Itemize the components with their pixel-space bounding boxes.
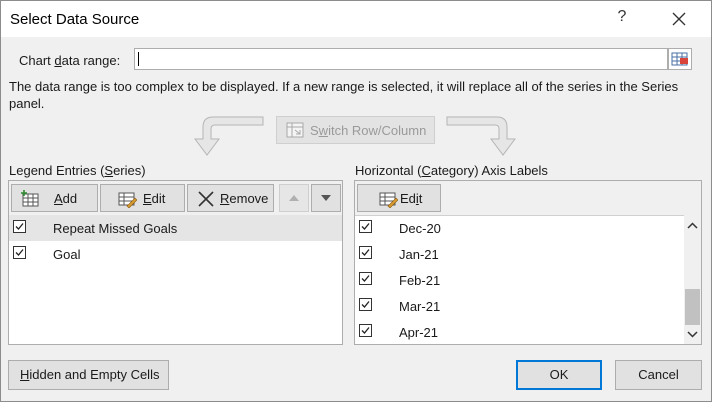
list-item-label: Apr-21 <box>399 325 439 340</box>
move-up-button[interactable] <box>279 184 309 212</box>
checkbox[interactable] <box>359 324 372 337</box>
edit-series-button[interactable]: Edit <box>100 184 185 212</box>
switch-row-column-icon <box>286 122 304 138</box>
legend-entries-label: Legend Entries (Series) <box>9 163 146 178</box>
list-item-label: Jan-21 <box>399 247 439 262</box>
select-data-source-dialog: Select Data Source ? Chart data range: T… <box>0 0 712 402</box>
scroll-down-icon[interactable] <box>684 326 701 343</box>
scrollbar-thumb[interactable] <box>685 289 700 325</box>
check-icon <box>361 275 370 282</box>
scroll-up-icon[interactable] <box>684 217 701 234</box>
chart-data-range-label: Chart data range: <box>19 53 121 68</box>
triangle-down-icon <box>321 195 331 201</box>
edit-label: Edit <box>143 191 166 206</box>
list-item[interactable]: Feb-21 <box>355 267 701 293</box>
axis-toolbar: Edit <box>355 181 701 216</box>
remove-label: Remove <box>220 191 269 206</box>
checkbox[interactable] <box>13 220 26 233</box>
swap-arrow-left-icon <box>194 116 264 156</box>
edit-table-icon <box>379 192 398 208</box>
hidden-empty-cells-button[interactable]: Hidden and Empty Cells <box>8 360 169 390</box>
move-down-button[interactable] <box>311 184 341 212</box>
check-icon <box>361 327 370 334</box>
list-item[interactable]: Goal <box>9 241 342 267</box>
close-button[interactable] <box>665 7 693 31</box>
list-item-label: Feb-21 <box>399 273 441 288</box>
range-picker-button[interactable] <box>668 48 692 70</box>
check-icon <box>15 249 24 256</box>
close-icon <box>672 12 686 26</box>
list-item[interactable]: Jan-21 <box>355 241 701 267</box>
list-item-label: Repeat Missed Goals <box>53 221 178 236</box>
cancel-button[interactable]: Cancel <box>615 360 702 390</box>
check-icon <box>361 249 370 256</box>
add-series-button[interactable]: Add <box>11 184 98 212</box>
list-item-label: Mar-21 <box>399 299 441 314</box>
check-icon <box>15 223 24 230</box>
list-item-label: Goal <box>53 247 81 262</box>
swap-arrow-right-icon <box>446 116 516 156</box>
ok-button[interactable]: OK <box>516 360 602 390</box>
range-picker-icon <box>671 52 688 66</box>
triangle-up-icon <box>289 195 299 201</box>
axis-scrollbar[interactable] <box>684 215 701 344</box>
list-item[interactable]: Repeat Missed Goals <box>9 215 342 241</box>
checkbox[interactable] <box>359 298 372 311</box>
text-cursor <box>138 52 139 66</box>
legend-toolbar: Add Edit Remove <box>9 181 342 216</box>
check-icon <box>361 301 370 308</box>
remove-x-icon <box>198 191 214 207</box>
switch-row-column-button[interactable]: Switch Row/Column <box>276 116 435 144</box>
checkbox[interactable] <box>13 246 26 259</box>
legend-entries-panel: Add Edit Remove Repeat Missed Goals Goal <box>8 180 343 345</box>
checkbox[interactable] <box>359 272 372 285</box>
check-icon <box>361 223 370 230</box>
axis-edit-label: Edit <box>400 191 423 206</box>
range-message: The data range is too complex to be disp… <box>9 79 679 111</box>
edit-axis-labels-button[interactable]: Edit <box>357 184 441 212</box>
edit-table-icon <box>118 192 137 208</box>
switch-row-column-label: Switch Row/Column <box>310 123 427 138</box>
add-table-icon <box>21 190 39 207</box>
checkbox[interactable] <box>359 220 372 233</box>
checkbox[interactable] <box>359 246 372 259</box>
axis-labels-panel: Edit Dec-20 Jan-21 Feb-21 Mar-21 Apr-21 <box>354 180 702 345</box>
chart-data-range-input[interactable] <box>134 48 668 70</box>
help-button[interactable]: ? <box>613 8 631 30</box>
add-label: Add <box>54 191 78 206</box>
title-bar: Select Data Source ? <box>1 1 711 37</box>
list-item[interactable]: Dec-20 <box>355 215 701 241</box>
list-item[interactable]: Mar-21 <box>355 293 701 319</box>
dialog-title: Select Data Source <box>10 11 140 28</box>
axis-labels-label: Horizontal (Category) Axis Labels <box>355 163 548 178</box>
list-item[interactable]: Apr-21 <box>355 319 701 345</box>
remove-series-button[interactable]: Remove <box>187 184 274 212</box>
list-item-label: Dec-20 <box>399 221 441 236</box>
